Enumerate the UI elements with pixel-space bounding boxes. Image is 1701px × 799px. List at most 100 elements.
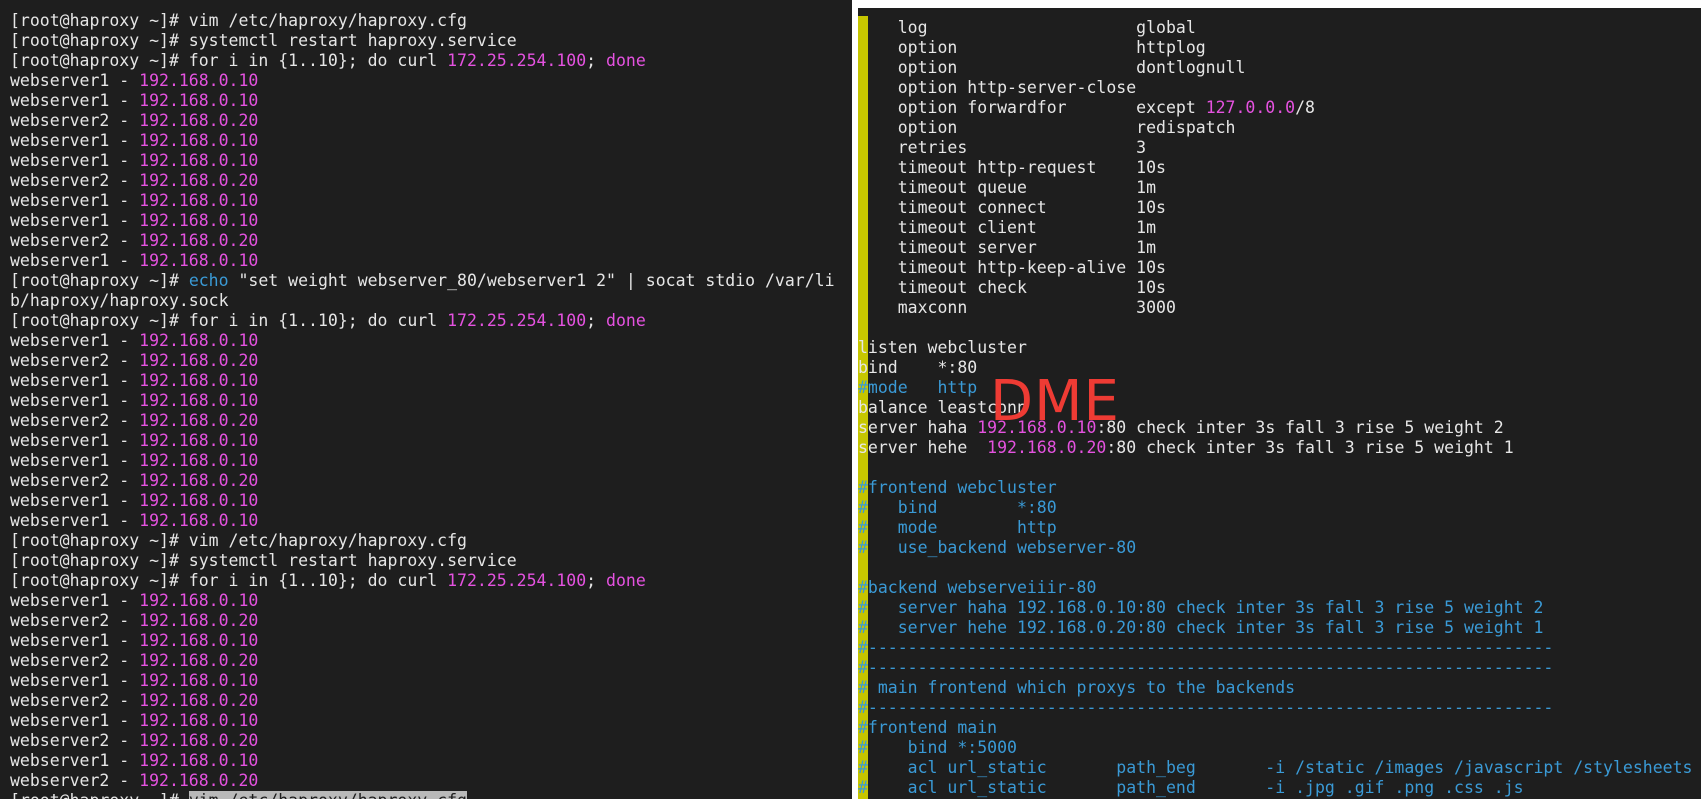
config-line-text: # main frontend which proxys to the back… <box>858 678 1296 697</box>
config-line-text: #frontend main <box>858 718 998 737</box>
terminal-line-text: 192.168.0.10 <box>139 251 259 270</box>
terminal-line-text: echo <box>188 271 229 290</box>
terminal-line-text: 192.168.0.20 <box>139 771 259 790</box>
config-line: log global <box>858 18 1701 38</box>
terminal-line: [root@haproxy ~]# vim /etc/haproxy/hapro… <box>10 531 845 551</box>
terminal-line-text: [root@haproxy ~]# systemctl restart hapr… <box>10 31 517 50</box>
terminal-line-text: webserver2 - <box>10 411 140 430</box>
config-line: server hehe 192.168.0.20:80 check inter … <box>858 438 1701 458</box>
config-line: balance leastconn <box>858 398 1701 418</box>
terminal-line-text: 192.168.0.10 <box>139 671 259 690</box>
config-line: #mode http <box>858 378 1701 398</box>
config-line-text: # server hehe 192.168.0.20:80 check inte… <box>858 618 1544 637</box>
terminal-line-text: webserver1 - <box>10 251 140 270</box>
terminal-line-text: ; <box>586 51 607 70</box>
terminal-line-text: webserver1 - <box>10 391 140 410</box>
terminal-line-text: 192.168.0.10 <box>139 391 259 410</box>
config-line-text: # acl url_static path_beg -i /static /im… <box>858 758 1693 777</box>
config-line: # mode http <box>858 518 1701 538</box>
terminal-line-text: webserver2 - <box>10 351 140 370</box>
terminal-line-text: webserver1 - <box>10 751 140 770</box>
terminal-line-text: webserver1 - <box>10 451 140 470</box>
config-line: # main frontend which proxys to the back… <box>858 678 1701 698</box>
config-line-text: timeout client 1m <box>858 218 1157 237</box>
terminal-line: webserver2 - 192.168.0.20 <box>10 231 845 251</box>
terminal-line-text: webserver2 - <box>10 691 140 710</box>
terminal-line-text: ; <box>586 571 607 590</box>
terminal-line-text: webserver1 - <box>10 631 140 650</box>
terminal-line: webserver2 - 192.168.0.20 <box>10 411 845 431</box>
terminal-line-text: 192.168.0.10 <box>139 431 259 450</box>
config-line-text: # server haha 192.168.0.10:80 check inte… <box>858 598 1544 617</box>
terminal-line-text: [root@haproxy ~]# vim /etc/haproxy/hapro… <box>10 11 467 30</box>
config-line-text: #mode http <box>858 378 978 397</box>
terminal-line-text: webserver1 - <box>10 91 140 110</box>
terminal-line: webserver1 - 192.168.0.10 <box>10 451 845 471</box>
terminal-line: webserver1 - 192.168.0.10 <box>10 371 845 391</box>
config-line: timeout http-keep-alive 10s <box>858 258 1701 278</box>
terminal-line-text: 192.168.0.20 <box>139 471 259 490</box>
config-line: timeout http-request 10s <box>858 158 1701 178</box>
config-line-text: # bind *:80 <box>858 498 1057 517</box>
terminal-line-text: [root@haproxy ~]# vim /etc/haproxy/hapro… <box>10 531 467 550</box>
config-line: # bind *:80 <box>858 498 1701 518</box>
config-line: #backend webserveiiir-80 <box>858 578 1701 598</box>
terminal-pane[interactable]: [root@haproxy ~]# vim /etc/haproxy/hapro… <box>0 0 852 799</box>
terminal-line-text: 192.168.0.10 <box>139 71 259 90</box>
config-line-text: retries 3 <box>858 138 1147 157</box>
config-line-text: bind *:80 <box>858 358 978 377</box>
terminal-line-text: webserver2 - <box>10 771 140 790</box>
config-line: option dontlognull <box>858 58 1701 78</box>
config-line: # server hehe 192.168.0.20:80 check inte… <box>858 618 1701 638</box>
terminal-line-text: 192.168.0.10 <box>139 211 259 230</box>
terminal-line: [root@haproxy ~]# echo "set weight webse… <box>10 271 845 291</box>
terminal-line-text: ; <box>586 311 607 330</box>
editor-top-band <box>858 0 1701 8</box>
terminal-line-text: webserver2 - <box>10 231 140 250</box>
config-line: # server haha 192.168.0.10:80 check inte… <box>858 598 1701 618</box>
config-line-text: log global <box>858 18 1196 37</box>
terminal-line-text: [root@haproxy ~]# <box>10 271 189 290</box>
config-line-text: # mode http <box>858 518 1057 537</box>
terminal-line: webserver2 - 192.168.0.20 <box>10 611 845 631</box>
config-line: timeout queue 1m <box>858 178 1701 198</box>
terminal-line-text: webserver1 - <box>10 331 140 350</box>
config-line-text: timeout http-request 10s <box>858 158 1166 177</box>
terminal-line: webserver1 - 192.168.0.10 <box>10 91 845 111</box>
terminal-line-text: 192.168.0.20 <box>139 691 259 710</box>
terminal-line: [root@haproxy ~]# systemctl restart hapr… <box>10 31 845 51</box>
config-line-text: 127.0.0.0 <box>1205 98 1296 117</box>
terminal-line-text: 192.168.0.20 <box>139 231 259 250</box>
terminal-line-text: 192.168.0.10 <box>139 91 259 110</box>
config-line: option http-server-close <box>858 78 1701 98</box>
terminal-line-text: vim /etc/haproxy/haproxy.cfg <box>188 791 467 799</box>
terminal-line-text: done <box>606 571 646 590</box>
terminal-line-text: 192.168.0.20 <box>139 611 259 630</box>
config-line: # bind *:5000 <box>858 738 1701 758</box>
terminal-line-text: 192.168.0.10 <box>139 631 259 650</box>
config-line <box>858 458 1701 478</box>
terminal-line-text: 192.168.0.10 <box>139 131 259 150</box>
terminal-line: webserver1 - 192.168.0.10 <box>10 191 845 211</box>
terminal-line: webserver1 - 192.168.0.10 <box>10 431 845 451</box>
terminal-line-text: 192.168.0.20 <box>139 351 259 370</box>
terminal-line-text: [root@haproxy ~]# for i in {1..10}; do c… <box>10 311 448 330</box>
terminal-line-text: 192.168.0.10 <box>139 151 259 170</box>
editor-pane[interactable]: log global option httplog option dontlog… <box>858 0 1701 799</box>
terminal-line-text: webserver2 - <box>10 651 140 670</box>
haproxy-config-text: log global option httplog option dontlog… <box>858 18 1701 798</box>
terminal-line: webserver2 - 192.168.0.20 <box>10 731 845 751</box>
config-line-text: timeout check 10s <box>858 278 1166 297</box>
config-line: # use_backend webserver-80 <box>858 538 1701 558</box>
terminal-line: webserver1 - 192.168.0.10 <box>10 211 845 231</box>
terminal-line-text: [root@haproxy ~]# for i in {1..10}; do c… <box>10 571 448 590</box>
config-line-text: # use_backend webserver-80 <box>858 538 1137 557</box>
config-line <box>858 558 1701 578</box>
terminal-line-text: webserver1 - <box>10 131 140 150</box>
config-line-text: # acl url_static path_end -i .jpg .gif .… <box>858 778 1524 797</box>
config-line-text: server hehe <box>858 438 988 457</box>
config-line: option forwardfor except 127.0.0.0/8 <box>858 98 1701 118</box>
terminal-line: webserver2 - 192.168.0.20 <box>10 691 845 711</box>
terminal-line: webserver1 - 192.168.0.10 <box>10 71 845 91</box>
terminal-line-text: [root@haproxy ~]# systemctl restart hapr… <box>10 551 517 570</box>
